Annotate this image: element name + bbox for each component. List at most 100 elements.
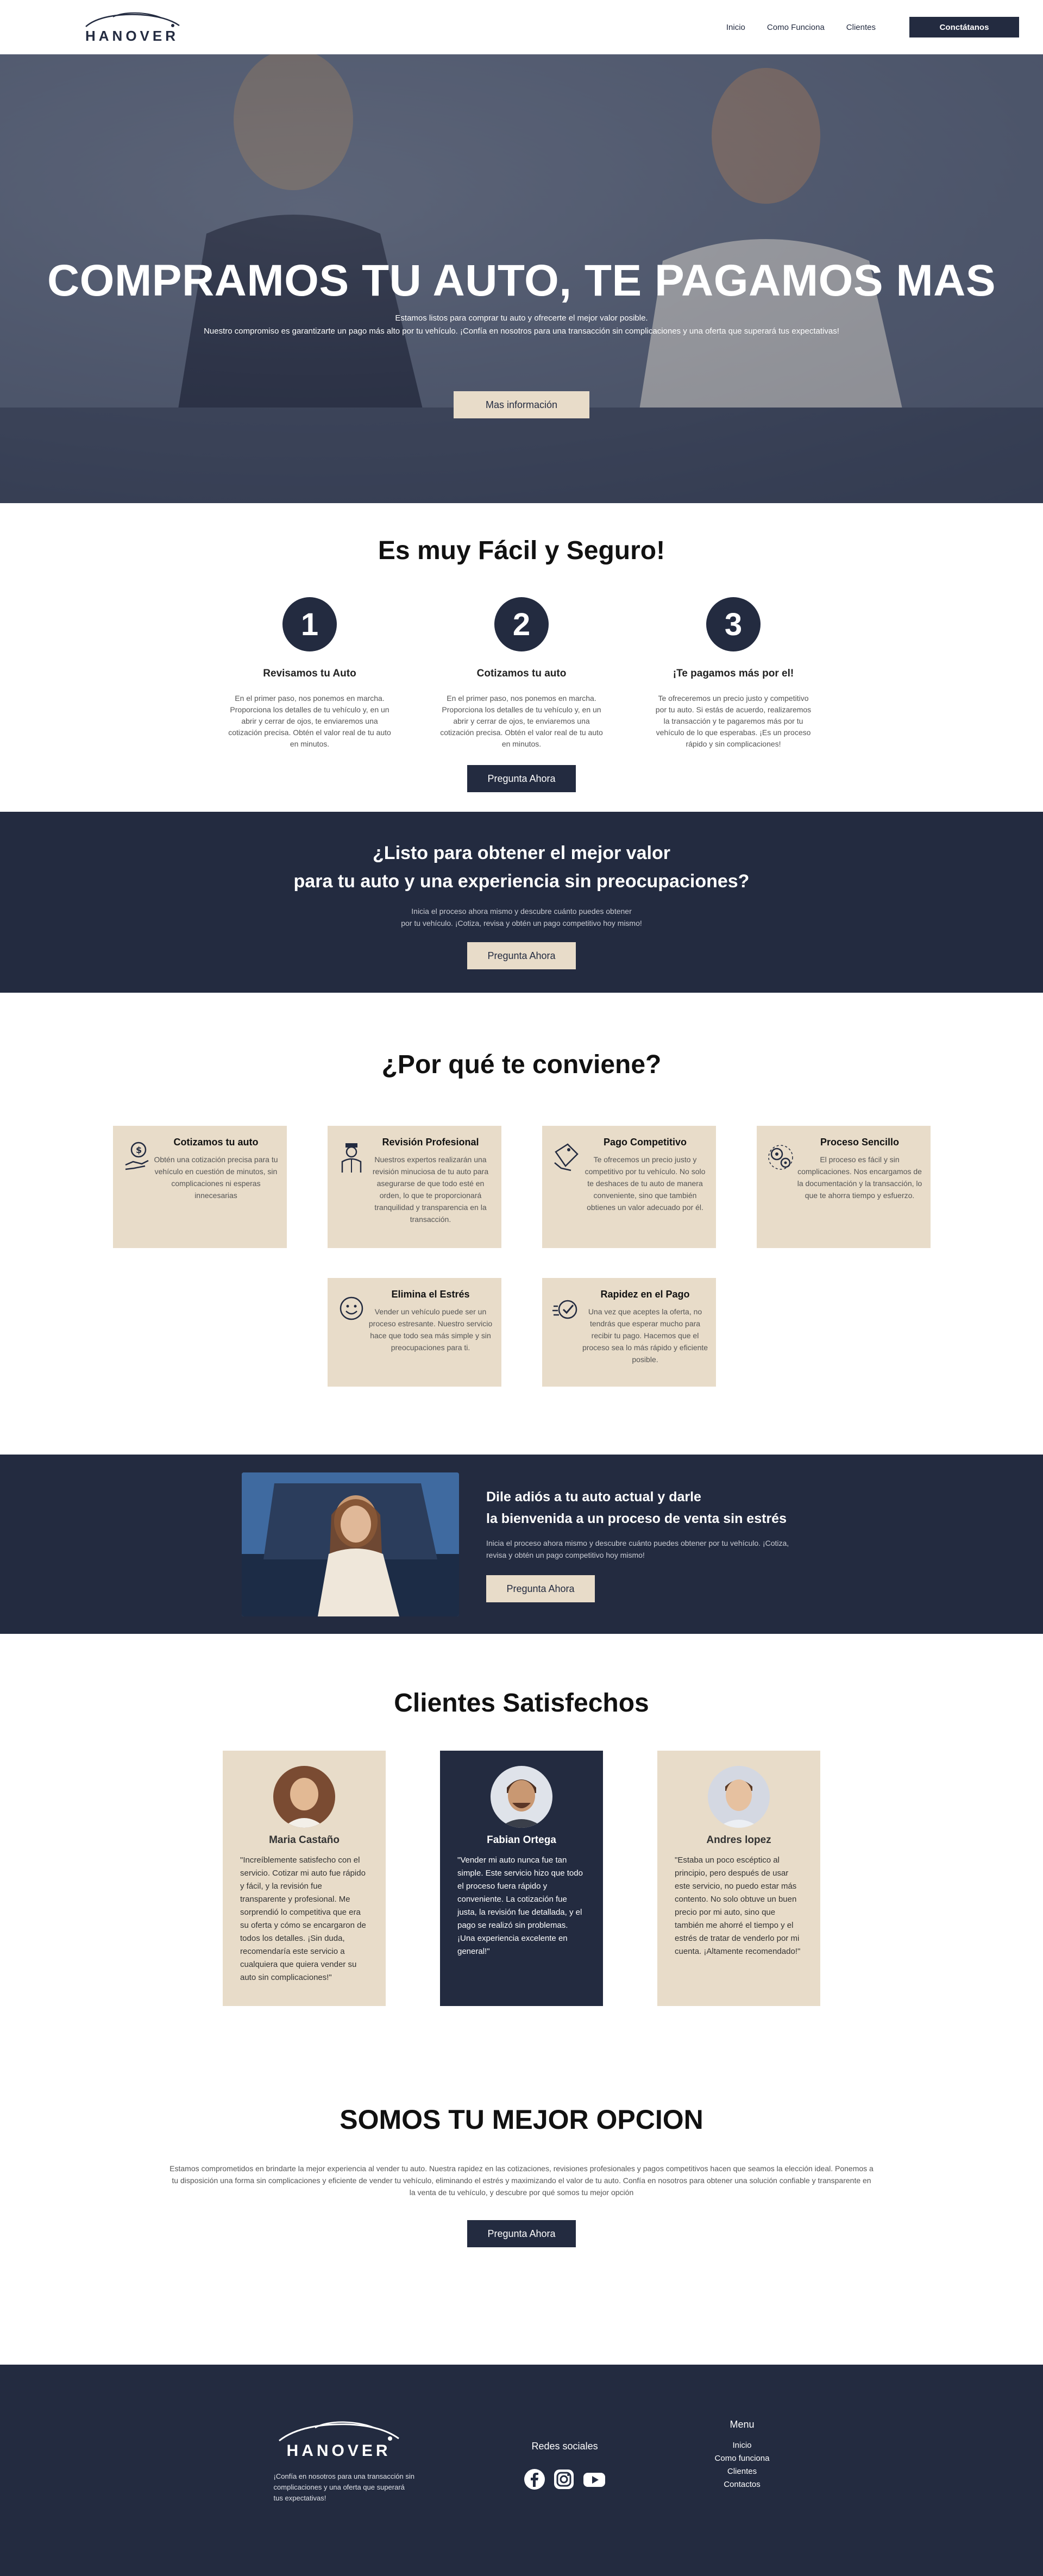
fast-check-icon xyxy=(550,1289,582,1376)
testimonials-title: Clientes Satisfechos xyxy=(394,1689,649,1718)
cta-title-line2: para tu auto y una experiencia sin preoc… xyxy=(293,871,750,892)
cta-text: Inicia el proceso ahora mismo y descubre… xyxy=(0,905,1043,929)
hero-subtitle-line2: Nuestro compromiso es garantizarte un pa… xyxy=(204,327,839,336)
car-logo-icon xyxy=(278,2421,399,2442)
benefit-card: Pago Competitivo Te ofrecemos un precio … xyxy=(542,1126,716,1248)
testimonial-name: Fabian Ortega xyxy=(487,1834,556,1846)
money-hand-icon: $ xyxy=(121,1137,153,1237)
step-card: 3 ¡Te pagamos más por el! Te ofreceremos… xyxy=(652,597,815,750)
cta-ask-now-button[interactable]: Pregunta Ahora xyxy=(467,942,576,969)
testimonial-quote: "Estaba un poco escéptico al principio, … xyxy=(675,1856,801,1956)
nav-links: Inicio Como Funciona Clientes Conctátano… xyxy=(726,17,1019,37)
footer-menu: Menu Inicio Como funciona Clientes Conta… xyxy=(715,2419,770,2576)
best-ask-now-button[interactable]: Pregunta Ahora xyxy=(467,2220,576,2247)
testimonial-quote: "Increíblemente satisfecho con el servic… xyxy=(240,1856,366,1982)
benefit-text: El proceso es fácil y sin complicaciones… xyxy=(797,1155,922,1200)
woman-in-car-image xyxy=(242,1472,459,1616)
testimonial-card: Maria Castaño "Increíblemente satisfecho… xyxy=(223,1751,386,2006)
testimonial-name: Maria Castaño xyxy=(269,1834,340,1846)
instagram-icon[interactable] xyxy=(553,2468,575,2490)
top-nav: HANOVER Inicio Como Funciona Clientes Co… xyxy=(0,0,1043,54)
benefit-text: Te ofrecemos un precio justo y competiti… xyxy=(585,1155,706,1212)
cta-text-line1: Inicia el proceso ahora mismo y descubre… xyxy=(411,907,632,916)
ask-now-button[interactable]: Pregunta Ahora xyxy=(467,765,576,792)
step-card: 1 Revisamos tu Auto En el primer paso, n… xyxy=(228,597,391,750)
cta2-ask-now-button[interactable]: Pregunta Ahora xyxy=(486,1575,595,1602)
youtube-icon[interactable] xyxy=(582,2468,606,2490)
benefit-title: Pago Competitivo xyxy=(603,1137,687,1148)
cta2-title: Dile adiós a tu auto actual y darle la b… xyxy=(486,1486,801,1530)
avatar xyxy=(708,1766,770,1828)
cta-text-line2: por tu vehículo. ¡Cotiza, revisa y obtén… xyxy=(401,919,642,927)
footer-logo[interactable]: HANOVER xyxy=(274,2419,404,2460)
logo-text: HANOVER xyxy=(85,27,179,44)
testimonial-card: Andres lopez "Estaba un poco escéptico a… xyxy=(657,1751,820,2006)
step-text: En el primer paso, nos ponemos en marcha… xyxy=(228,694,391,748)
footer-link-inicio[interactable]: Inicio xyxy=(715,2439,770,2452)
benefit-title: Proceso Sencillo xyxy=(820,1137,900,1148)
footer-link-como-funciona[interactable]: Como funciona xyxy=(715,2452,770,2465)
benefits-grid: $ Cotizamos tu auto Obtén una cotización… xyxy=(109,1126,934,1387)
cta-band-image: Dile adiós a tu auto actual y darle la b… xyxy=(0,1455,1043,1634)
benefit-card: Revisión Profesional Nuestros expertos r… xyxy=(327,1126,501,1248)
avatar xyxy=(491,1766,552,1828)
hero-title: COMPRAMOS TU AUTO, TE PAGAMOS MAS xyxy=(47,256,996,305)
best-title: SOMOS TU MEJOR OPCION xyxy=(340,2104,703,2135)
social-icons xyxy=(524,2468,606,2490)
testimonial-name: Andres lopez xyxy=(706,1834,771,1846)
menu-title: Menu xyxy=(730,2419,755,2430)
nav-link-clientes[interactable]: Clientes xyxy=(846,23,876,32)
testimonials-row: Maria Castaño "Increíblemente satisfecho… xyxy=(0,1751,1043,2006)
facebook-icon[interactable] xyxy=(524,2468,545,2490)
cta2-description: Inicia el proceso ahora mismo y descubre… xyxy=(486,1539,789,1559)
smile-icon xyxy=(335,1289,368,1376)
cta2-text: Dile adiós a tu auto actual y darle la b… xyxy=(486,1486,801,1602)
benefit-card: Elimina el Estrés Vender un vehículo pue… xyxy=(327,1278,501,1387)
best-option-section: SOMOS TU MEJOR OPCION Estamos comprometi… xyxy=(0,2058,1043,2365)
nav-link-como-funciona[interactable]: Como Funciona xyxy=(767,23,825,32)
benefit-text: Una vez que aceptes la oferta, no tendrá… xyxy=(582,1307,708,1364)
benefit-card: $ Cotizamos tu auto Obtén una cotización… xyxy=(112,1126,287,1248)
hero-subtitle: Estamos listos para comprar tu auto y of… xyxy=(0,312,1043,338)
footer-brand: HANOVER ¡Confía en nosotros para una tra… xyxy=(274,2419,415,2576)
step-title: Cotizamos tu auto xyxy=(476,668,567,679)
hero: COMPRAMOS TU AUTO, TE PAGAMOS MAS Estamo… xyxy=(0,54,1043,503)
footer-link-contactos[interactable]: Contactos xyxy=(715,2478,770,2491)
car-logo-icon xyxy=(85,12,180,27)
testimonials-section: Clientes Satisfechos Maria Castaño "Incr… xyxy=(0,1634,1043,2058)
step-number: 2 xyxy=(494,597,549,651)
logo[interactable]: HANOVER xyxy=(80,10,184,45)
testimonial-quote: "Vender mi auto nunca fue tan simple. Es… xyxy=(457,1856,583,1956)
benefit-title: Rapidez en el Pago xyxy=(600,1289,690,1300)
more-info-button[interactable]: Mas información xyxy=(454,391,589,418)
step-text: En el primer paso, nos ponemos en marcha… xyxy=(440,694,603,748)
cta2-title-line2: la bienvenida a un proceso de venta sin … xyxy=(486,1511,787,1526)
best-text: Estamos comprometidos en brindarte la me… xyxy=(169,2164,874,2197)
benefits-title: ¿Por qué te conviene? xyxy=(381,1050,662,1079)
footer: HANOVER ¡Confía en nosotros para una tra… xyxy=(0,2365,1043,2576)
social-title: Redes sociales xyxy=(531,2441,598,2452)
cta2-title-line1: Dile adiós a tu auto actual y darle xyxy=(486,1489,701,1505)
step-number: 1 xyxy=(282,597,337,651)
nav-link-inicio[interactable]: Inicio xyxy=(726,23,745,32)
benefit-text: Obtén una cotización precisa para tu veh… xyxy=(154,1155,278,1200)
price-tag-icon xyxy=(550,1137,582,1237)
contact-button[interactable]: Conctátanos xyxy=(909,17,1019,37)
steps-section: Es muy Fácil y Seguro! 1 Revisamos tu Au… xyxy=(0,503,1043,812)
benefit-card: Rapidez en el Pago Una vez que aceptes l… xyxy=(542,1278,716,1387)
step-card: 2 Cotizamos tu auto En el primer paso, n… xyxy=(440,597,603,750)
benefit-text: Nuestros expertos realizarán una revisió… xyxy=(372,1155,489,1224)
testimonial-card: Fabian Ortega "Vender mi auto nunca fue … xyxy=(440,1751,603,2006)
cta-title: ¿Listo para obtener el mejor valor para … xyxy=(0,839,1043,895)
benefit-card: Proceso Sencillo El proceso es fácil y s… xyxy=(756,1126,931,1248)
hero-subtitle-line1: Estamos listos para comprar tu auto y of… xyxy=(395,314,648,323)
benefit-text: Vender un vehículo puede ser un proceso … xyxy=(368,1307,493,1352)
benefit-title: Revisión Profesional xyxy=(382,1137,479,1148)
mechanic-icon xyxy=(335,1137,368,1237)
step-title: Revisamos tu Auto xyxy=(263,668,356,679)
hero-content: COMPRAMOS TU AUTO, TE PAGAMOS MAS Estamo… xyxy=(0,255,1043,418)
step-title: ¡Te pagamos más por el! xyxy=(673,668,794,679)
cta-title-line1: ¿Listo para obtener el mejor valor xyxy=(373,843,670,863)
svg-text:$: $ xyxy=(136,1145,142,1155)
footer-social: Redes sociales xyxy=(524,2419,606,2576)
